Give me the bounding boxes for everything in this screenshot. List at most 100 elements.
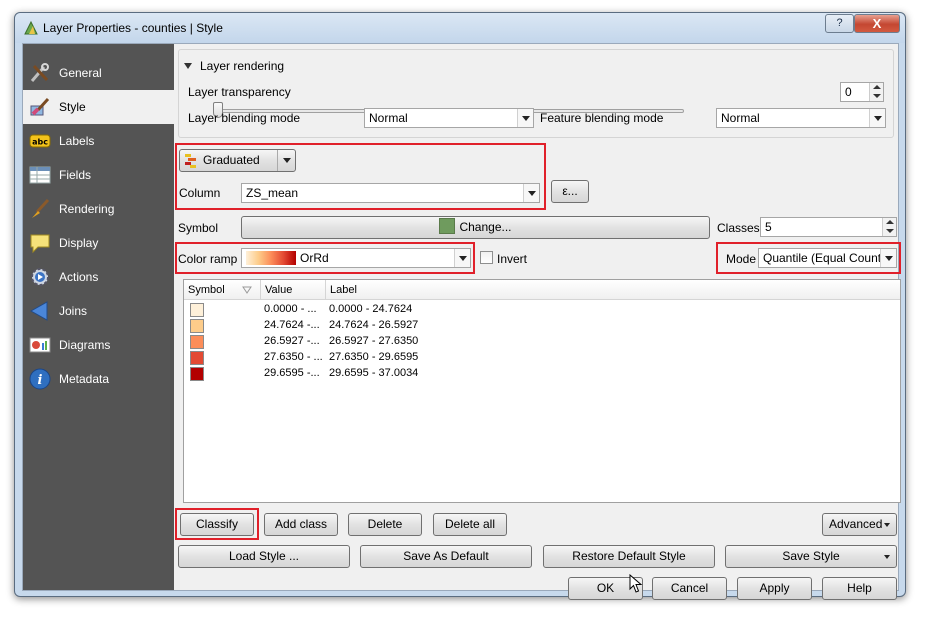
spin-down-icon[interactable]	[869, 92, 883, 101]
classes-spinbox[interactable]: 5	[760, 217, 897, 237]
feature-blending-combo[interactable]: Normal	[716, 108, 886, 128]
chevron-down-icon	[523, 184, 539, 202]
close-window-button[interactable]: X	[854, 14, 900, 33]
sidebar-item-label: Diagrams	[59, 338, 111, 352]
help-button[interactable]: Help	[822, 577, 897, 600]
style-brush-icon	[30, 97, 50, 116]
advanced-label: Advanced	[829, 517, 883, 531]
class-color-swatch[interactable]	[190, 335, 204, 349]
class-label: 24.7624 - 26.5927	[329, 319, 419, 331]
table-row[interactable]: 26.5927 -... 26.5927 - 27.6350	[184, 334, 900, 350]
chevron-down-icon	[454, 249, 470, 267]
cancel-button[interactable]: Cancel	[652, 577, 727, 600]
sidebar-item-rendering[interactable]: Rendering	[23, 192, 174, 226]
sidebar-item-label: Labels	[59, 134, 95, 148]
classes-table[interactable]: Symbol Value Label 0.0000 - ... 0.0000 -…	[183, 279, 901, 503]
sidebar-item-label: Fields	[59, 168, 92, 182]
mode-value: Quantile (Equal Count)	[763, 251, 886, 265]
column-value: ZS_mean	[246, 186, 299, 200]
svg-text:abc: abc	[32, 138, 48, 147]
sidebar-item-label: Display	[59, 236, 99, 250]
symbol-swatch	[439, 218, 456, 234]
sidebar-item-label: Joins	[59, 304, 88, 318]
column-header-label[interactable]: Label	[326, 280, 902, 300]
delete-all-button[interactable]: Delete all	[433, 513, 507, 536]
diagram-icon	[29, 337, 51, 353]
chevron-down-icon	[277, 150, 295, 171]
change-button-label: Change...	[459, 220, 512, 234]
mouse-cursor-icon	[629, 574, 643, 593]
advanced-button[interactable]: Advanced	[822, 513, 897, 536]
renderer-type-combo[interactable]: Graduated	[179, 149, 296, 172]
svg-text:i: i	[38, 373, 43, 388]
chevron-down-icon	[884, 555, 890, 559]
mode-combo[interactable]: Quantile (Equal Count)	[758, 248, 897, 268]
class-value: 29.6595 -...	[264, 367, 320, 379]
sidebar-item-label: Metadata	[59, 372, 110, 386]
class-value: 24.7624 -...	[264, 319, 320, 331]
collapse-triangle-icon[interactable]	[183, 61, 193, 71]
sidebar-item-label: General	[59, 66, 102, 80]
class-value: 26.5927 -...	[264, 335, 320, 347]
layer-rendering-title: Layer rendering	[197, 59, 288, 73]
layer-blending-combo[interactable]: Normal	[364, 108, 534, 128]
color-ramp-combo[interactable]: OrRd	[241, 248, 471, 268]
delete-button[interactable]: Delete	[348, 513, 422, 536]
table-row[interactable]: 24.7624 -... 24.7624 - 26.5927	[184, 318, 900, 334]
add-class-button[interactable]: Add class	[264, 513, 338, 536]
apply-button[interactable]: Apply	[737, 577, 812, 600]
table-row[interactable]: 29.6595 -... 29.6595 - 37.0034	[184, 366, 900, 382]
save-as-default-button[interactable]: Save As Default	[360, 545, 532, 568]
sidebar-item-style[interactable]: Style	[23, 90, 174, 124]
mode-label: Mode	[726, 252, 757, 266]
dialog-client-area: General Style abc Labels Fields Renderin…	[22, 43, 901, 600]
tools-icon	[30, 63, 49, 82]
sidebar-item-display[interactable]: Display	[23, 226, 174, 260]
speech-bubble-icon	[30, 234, 50, 254]
column-header-symbol[interactable]: Symbol	[184, 280, 261, 300]
feature-blending-label: Feature blending mode	[540, 111, 664, 125]
classes-label: Classes	[717, 221, 760, 235]
sidebar-item-diagrams[interactable]: Diagrams	[23, 328, 174, 362]
column-header-value[interactable]: Value	[261, 280, 326, 300]
class-color-swatch[interactable]	[190, 319, 204, 333]
chevron-down-icon	[517, 109, 533, 127]
layer-blending-label: Layer blending mode	[188, 111, 301, 125]
transparency-spinbox[interactable]: 0	[840, 82, 884, 102]
chevron-down-icon	[869, 109, 885, 127]
chevron-down-icon	[884, 523, 890, 527]
expression-button[interactable]: ε...	[551, 180, 589, 203]
table-fields-icon	[29, 166, 51, 184]
help-window-button[interactable]: ?	[825, 14, 854, 33]
class-color-swatch[interactable]	[190, 351, 204, 365]
table-row[interactable]: 0.0000 - ... 0.0000 - 24.7624	[184, 302, 900, 318]
spin-down-icon[interactable]	[882, 227, 896, 236]
symbol-change-button[interactable]: Change...	[241, 216, 710, 239]
spin-up-icon[interactable]	[882, 218, 896, 227]
sidebar-item-fields[interactable]: Fields	[23, 158, 174, 192]
sidebar-item-actions[interactable]: Actions	[23, 260, 174, 294]
class-color-swatch[interactable]	[190, 303, 204, 317]
sidebar-item-label: Rendering	[59, 202, 115, 216]
chevron-down-icon	[880, 249, 896, 267]
sidebar-item-joins[interactable]: Joins	[23, 294, 174, 328]
save-style-button[interactable]: Save Style	[725, 545, 897, 568]
renderer-type-value: Graduated	[203, 153, 260, 167]
table-row[interactable]: 27.6350 - ... 27.6350 - 29.6595	[184, 350, 900, 366]
classify-button[interactable]: Classify	[180, 513, 254, 536]
classes-value: 5	[765, 220, 772, 234]
load-style-button[interactable]: Load Style ...	[178, 545, 350, 568]
restore-default-style-button[interactable]: Restore Default Style	[543, 545, 715, 568]
spin-up-icon[interactable]	[869, 83, 883, 92]
class-color-swatch[interactable]	[190, 367, 204, 381]
title-bar[interactable]: Layer Properties - counties | Style ? X	[15, 13, 905, 43]
column-combo[interactable]: ZS_mean	[241, 183, 540, 203]
join-arrow-icon	[29, 301, 48, 321]
column-label: Column	[179, 186, 221, 200]
class-value: 27.6350 - ...	[264, 351, 323, 363]
sidebar-item-metadata[interactable]: i Metadata	[23, 362, 174, 396]
paintbrush-icon	[32, 198, 50, 218]
sidebar-item-general[interactable]: General	[23, 56, 174, 90]
sidebar-item-labels[interactable]: abc Labels	[23, 124, 174, 158]
invert-checkbox[interactable]	[480, 251, 493, 264]
